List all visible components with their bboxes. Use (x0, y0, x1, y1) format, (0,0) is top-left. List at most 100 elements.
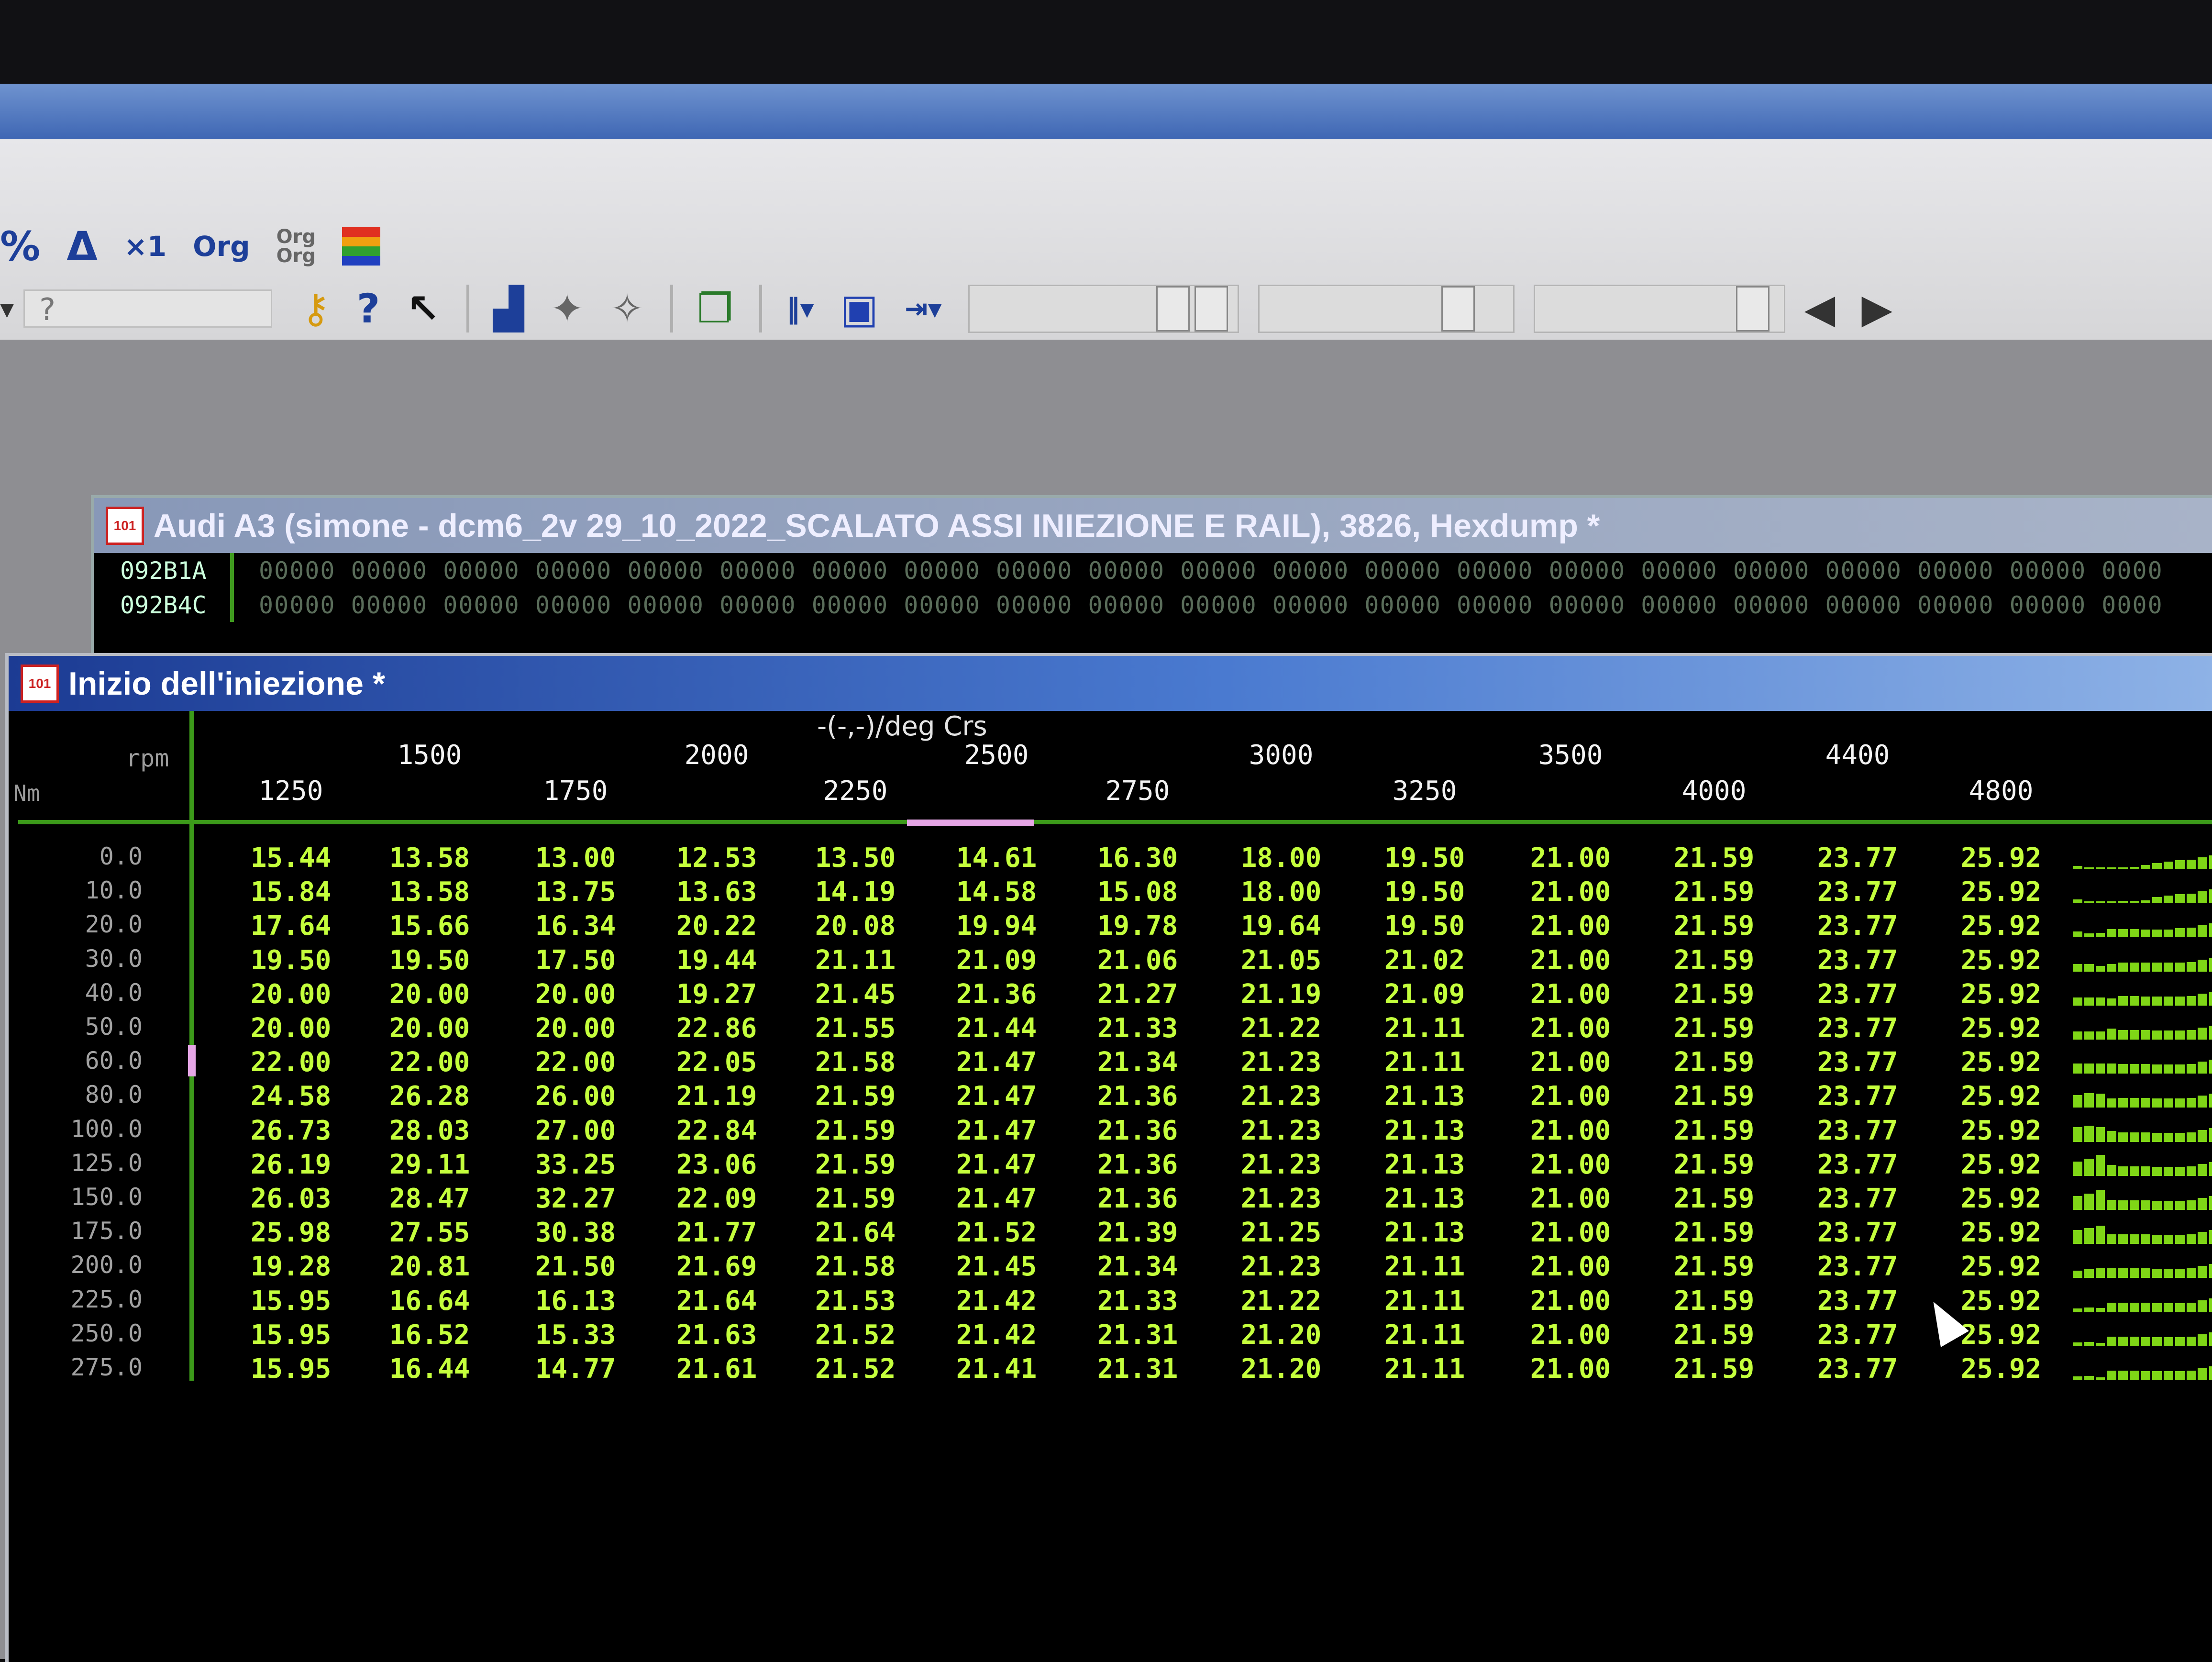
map-cell[interactable]: 19.50 (1384, 842, 1465, 874)
x-axis-tick[interactable]: 3500 (1538, 740, 1603, 771)
map-cell[interactable]: 21.59 (1674, 842, 1755, 874)
map-cell[interactable]: 21.59 (1674, 1217, 1755, 1248)
map-cell[interactable]: 21.64 (676, 1285, 757, 1317)
map-cell[interactable]: 21.00 (1530, 910, 1611, 942)
chart-wizard-icon[interactable]: ▟ (493, 288, 524, 329)
map-cell[interactable]: 27.00 (535, 1115, 616, 1146)
map-cell[interactable]: 21.02 (1384, 945, 1465, 976)
y-axis-tick[interactable]: 100.0 (13, 1115, 143, 1143)
nav-next-button[interactable]: ▶ (1861, 288, 1892, 329)
insert-icon[interactable]: ⇥▾ (905, 295, 942, 322)
map-cell[interactable]: 25.92 (1961, 1353, 2042, 1385)
map-cell[interactable]: 16.64 (389, 1285, 470, 1317)
map-cell[interactable]: 25.92 (1961, 1217, 2042, 1248)
map-cell[interactable]: 25.92 (1961, 1081, 2042, 1112)
map-cell[interactable]: 21.55 (815, 1013, 896, 1044)
map-cell[interactable]: 21.05 (1241, 945, 1322, 976)
map-cell[interactable]: 16.13 (535, 1285, 616, 1317)
map-cell[interactable]: 21.69 (676, 1251, 757, 1282)
y-axis-tick[interactable]: 80.0 (13, 1081, 143, 1108)
map-cell[interactable]: 21.42 (956, 1319, 1037, 1351)
map-cell[interactable]: 21.59 (1674, 1047, 1755, 1078)
map-cell[interactable]: 29.11 (389, 1149, 470, 1180)
map-cell[interactable]: 12.53 (676, 842, 757, 874)
map-cell[interactable]: 20.08 (815, 910, 896, 942)
whats-this-icon[interactable]: ↖ (406, 288, 440, 329)
delta-button[interactable]: Δ (66, 226, 98, 266)
map-cell[interactable]: 21.00 (1530, 979, 1611, 1010)
map-cell[interactable]: 21.36 (1097, 1183, 1178, 1214)
map-cell[interactable]: 21.23 (1241, 1047, 1322, 1078)
map-cell[interactable]: 21.19 (676, 1081, 757, 1112)
map-cell[interactable]: 26.73 (251, 1115, 332, 1146)
map-cell[interactable]: 23.77 (1817, 1149, 1898, 1180)
map-cell[interactable]: 25.92 (1961, 1115, 2042, 1146)
map-cell[interactable]: 19.44 (676, 945, 757, 976)
map-cell[interactable]: 14.19 (815, 876, 896, 908)
map-cell[interactable]: 21.23 (1241, 1251, 1322, 1282)
map-cell[interactable]: 14.77 (535, 1353, 616, 1385)
hexdump-values[interactable]: 00000 00000 00000 00000 00000 00000 0000… (259, 557, 2163, 585)
map-cell[interactable]: 28.47 (389, 1183, 470, 1214)
original-button[interactable]: Org (193, 233, 250, 260)
map-cell[interactable]: 21.11 (815, 945, 896, 976)
map-cell[interactable]: 21.00 (1530, 945, 1611, 976)
map-cell[interactable]: 21.34 (1097, 1251, 1178, 1282)
dropdown-arrow-icon[interactable]: ▾ (0, 295, 14, 322)
map-cell[interactable]: 21.61 (676, 1353, 757, 1385)
map-cell[interactable]: 21.00 (1530, 1319, 1611, 1351)
color-palette-icon[interactable] (342, 227, 380, 266)
map-cell[interactable]: 26.03 (251, 1183, 332, 1214)
columns-icon[interactable]: ‖▾ (786, 295, 814, 322)
map-cell[interactable]: 23.77 (1817, 1285, 1898, 1317)
map-cell[interactable]: 21.36 (1097, 1149, 1178, 1180)
map-cell[interactable]: 28.03 (389, 1115, 470, 1146)
map-title-bar[interactable]: 101 Inizio dell'iniezione * (9, 656, 2212, 711)
map-cell[interactable]: 21.00 (1530, 1251, 1611, 1282)
map-cell[interactable]: 13.75 (535, 876, 616, 908)
map-cell[interactable]: 21.77 (676, 1217, 757, 1248)
x-axis-tick[interactable]: 2000 (685, 740, 749, 771)
map-cell[interactable]: 20.00 (251, 979, 332, 1010)
map-cell[interactable]: 21.59 (1674, 1013, 1755, 1044)
map-cell[interactable]: 21.23 (1241, 1149, 1322, 1180)
map-cell[interactable]: 21.59 (1674, 876, 1755, 908)
map-cell[interactable]: 23.77 (1817, 1319, 1898, 1351)
map-cell[interactable]: 23.06 (676, 1149, 757, 1180)
map-cell[interactable]: 21.47 (956, 1115, 1037, 1146)
map-cell[interactable]: 21.00 (1530, 1353, 1611, 1385)
map-cell[interactable]: 23.77 (1817, 1115, 1898, 1146)
map-cell[interactable]: 21.47 (956, 1149, 1037, 1180)
map-cell[interactable]: 21.63 (676, 1319, 757, 1351)
map-cell[interactable]: 25.92 (1961, 1149, 2042, 1180)
map-cell[interactable]: 21.13 (1384, 1115, 1465, 1146)
map-cell[interactable]: 25.92 (1961, 1183, 2042, 1214)
y-axis-tick[interactable]: 275.0 (13, 1353, 143, 1381)
map-cell[interactable]: 20.22 (676, 910, 757, 942)
x-axis-tick[interactable]: 4800 (1969, 776, 2034, 807)
map-cell[interactable]: 21.59 (1674, 1115, 1755, 1146)
map-cell[interactable]: 17.50 (535, 945, 616, 976)
map-cell[interactable]: 21.59 (1674, 1081, 1755, 1112)
map-cell[interactable]: 19.64 (1241, 910, 1322, 942)
map-cell[interactable]: 21.59 (815, 1183, 896, 1214)
map-cell[interactable]: 21.27 (1097, 979, 1178, 1010)
hexdump-values[interactable]: 00000 00000 00000 00000 00000 00000 0000… (259, 591, 2163, 619)
x-axis-tick[interactable]: 2750 (1106, 776, 1170, 807)
window-icon[interactable]: ▣ (841, 288, 878, 329)
map-cell[interactable]: 19.50 (1384, 910, 1465, 942)
map-cell[interactable]: 21.59 (1674, 910, 1755, 942)
map-cell[interactable]: 23.77 (1817, 1251, 1898, 1282)
map-cell[interactable]: 21.36 (1097, 1081, 1178, 1112)
map-cell[interactable]: 21.42 (956, 1285, 1037, 1317)
map-cell[interactable]: 21.20 (1241, 1319, 1322, 1351)
map-cell[interactable]: 16.34 (535, 910, 616, 942)
map-cell[interactable]: 21.00 (1530, 1285, 1611, 1317)
map-cell[interactable]: 21.59 (1674, 1149, 1755, 1180)
map-cell[interactable]: 19.27 (676, 979, 757, 1010)
map-cell[interactable]: 20.00 (535, 979, 616, 1010)
map-cell[interactable]: 19.50 (251, 945, 332, 976)
map-cell[interactable]: 25.92 (1961, 842, 2042, 874)
map-cell[interactable]: 15.33 (535, 1319, 616, 1351)
map-cell[interactable]: 20.00 (389, 979, 470, 1010)
